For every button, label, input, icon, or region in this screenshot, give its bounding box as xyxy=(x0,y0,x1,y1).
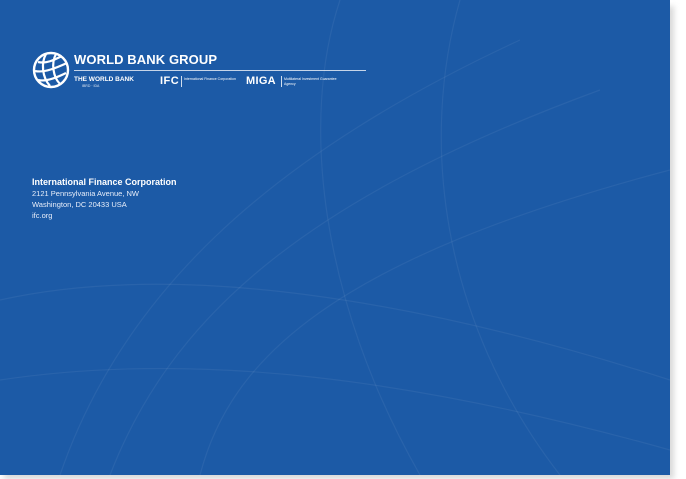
ifc-full-name: International Finance Corporation xyxy=(184,77,236,81)
logo-divider xyxy=(74,70,366,71)
ifc-divider xyxy=(181,76,182,87)
organization-name: International Finance Corporation xyxy=(32,177,177,187)
street-address: 2121 Pennsylvania Avenue, NW xyxy=(32,189,140,198)
back-cover-page: WORLD BANK GROUP THE WORLD BANK IBRD · I… xyxy=(0,0,670,475)
miga-full-name: Multilateral Investment Guarantee Agency xyxy=(284,77,337,86)
world-bank-wordmark: THE WORLD BANK xyxy=(74,76,134,83)
world-bank-group-wordmark: WORLD BANK GROUP xyxy=(74,52,218,67)
ifc-wordmark: IFC xyxy=(160,75,180,87)
website-link[interactable]: ifc.org xyxy=(32,210,177,221)
contact-address: International Finance Corporation 2121 P… xyxy=(32,176,177,221)
institution-logos: THE WORLD BANK IBRD · IDA IFC Internatio… xyxy=(74,75,374,91)
globe-icon xyxy=(32,51,70,89)
miga-wordmark: MIGA xyxy=(246,75,276,87)
world-bank-subtitle: IBRD · IDA xyxy=(82,84,100,88)
city-address: Washington, DC 20433 USA xyxy=(32,200,127,209)
world-bank-group-logo: WORLD BANK GROUP THE WORLD BANK IBRD · I… xyxy=(32,51,366,93)
miga-divider xyxy=(281,76,282,87)
